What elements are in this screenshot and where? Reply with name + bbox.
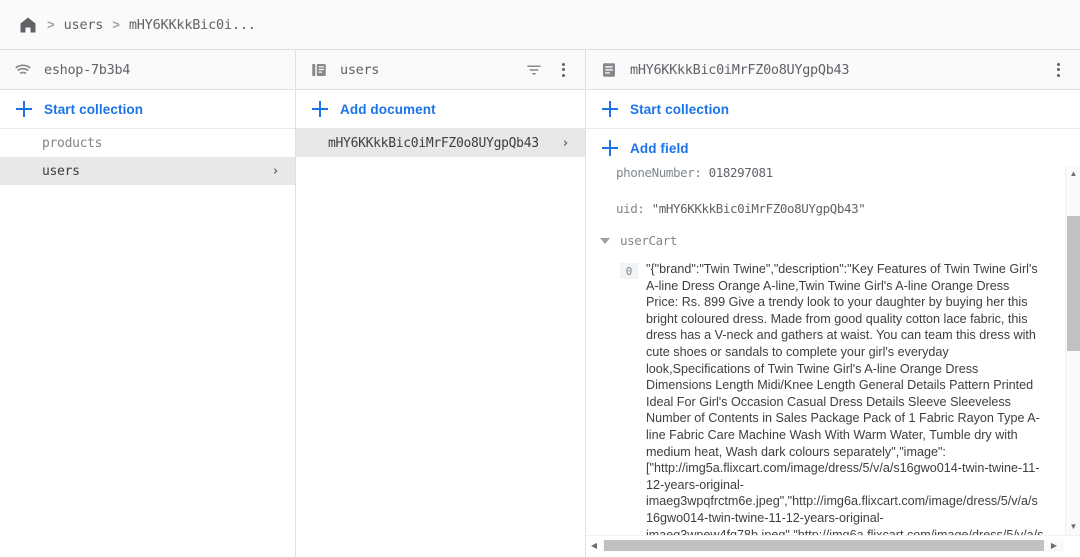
- document-icon: [600, 61, 618, 79]
- field-row-phonenumber[interactable]: phoneNumber: 018297081: [586, 166, 1064, 193]
- start-subcollection-button[interactable]: Start collection: [586, 90, 1080, 128]
- home-icon[interactable]: [18, 15, 38, 35]
- scroll-up-arrow-icon[interactable]: ▲: [1066, 166, 1080, 182]
- kebab-menu-icon[interactable]: [555, 61, 571, 79]
- json-text-before-highlight: "{"brand":"Twin Twine","description":"Ke…: [646, 262, 1044, 535]
- vertical-scrollbar[interactable]: ▲ ▼: [1065, 166, 1080, 535]
- add-document-button[interactable]: Add document: [296, 90, 585, 128]
- firestore-console: > users > mHY6KKkkBic0i... eshop-7b3b4 S…: [0, 0, 1080, 557]
- collection-name-label: users: [42, 163, 80, 179]
- filter-icon[interactable]: [525, 61, 543, 79]
- add-document-label: Add document: [340, 101, 436, 117]
- collection-name-label: products: [42, 135, 103, 151]
- project-id-label: eshop-7b3b4: [44, 61, 131, 78]
- document-detail-header: mHY6KKkkBic0iMrFZ0o8UYgpQb43: [586, 50, 1080, 90]
- array-item-value[interactable]: "{"brand":"Twin Twine","description":"Ke…: [646, 261, 1044, 535]
- expand-triangle-icon[interactable]: [600, 238, 610, 244]
- breadcrumb-item-document[interactable]: mHY6KKkkBic0i...: [129, 17, 256, 33]
- plus-icon: [312, 101, 328, 117]
- horizontal-scrollbar[interactable]: ◀ ▶: [586, 535, 1080, 557]
- field-value-label: 018297081: [708, 166, 774, 180]
- field-row-usercart[interactable]: userCart: [586, 225, 1064, 257]
- panes-container: eshop-7b3b4 Start collection products us…: [0, 50, 1080, 557]
- breadcrumb-item-users[interactable]: users: [64, 17, 104, 33]
- firestore-database-icon: [14, 61, 32, 79]
- array-index-badge: 0: [620, 263, 638, 279]
- field-value-label: "mHY6KKkkBic0iMrFZ0o8UYgpQb43": [651, 201, 866, 216]
- document-item[interactable]: mHY6KKkkBic0iMrFZ0o8UYgpQb43 ›: [296, 129, 585, 157]
- scroll-right-arrow-icon[interactable]: ▶: [1046, 538, 1062, 554]
- add-field-button[interactable]: Add field: [586, 129, 1080, 167]
- field-key-label: phoneNumber:: [616, 166, 702, 180]
- array-item-row[interactable]: 0 "{"brand":"Twin Twine","description":"…: [586, 257, 1064, 535]
- breadcrumb-separator-1: >: [47, 17, 55, 32]
- document-title-label: mHY6KKkkBic0iMrFZ0o8UYgpQb43: [630, 61, 850, 78]
- fields-scroll-area[interactable]: phoneNumber: 018297081 uid: "mHY6KKkkBic…: [586, 166, 1064, 535]
- plus-icon: [602, 101, 618, 117]
- breadcrumb-separator-2: >: [112, 17, 120, 32]
- start-collection-button[interactable]: Start collection: [0, 90, 295, 128]
- field-key-label: uid:: [616, 201, 645, 216]
- breadcrumb: > users > mHY6KKkkBic0i...: [0, 0, 1080, 50]
- document-fields-body: phoneNumber: 018297081 uid: "mHY6KKkkBic…: [586, 166, 1080, 557]
- chevron-right-icon: ›: [271, 163, 279, 179]
- collection-icon: [310, 61, 328, 79]
- kebab-menu-icon[interactable]: [1050, 61, 1066, 79]
- start-collection-label: Start collection: [630, 101, 730, 117]
- collections-panel: eshop-7b3b4 Start collection products us…: [0, 50, 296, 557]
- start-collection-label: Start collection: [44, 101, 144, 117]
- collection-item-users[interactable]: users ›: [0, 157, 295, 185]
- document-detail-panel: mHY6KKkkBic0iMrFZ0o8UYgpQb43 Start colle…: [586, 50, 1080, 557]
- field-key-label: userCart: [620, 233, 678, 248]
- scroll-left-arrow-icon[interactable]: ◀: [586, 538, 602, 554]
- add-field-label: Add field: [630, 140, 689, 156]
- document-id-label: mHY6KKkkBic0iMrFZ0o8UYgpQb43: [328, 135, 539, 151]
- documents-panel-header: users: [296, 50, 585, 90]
- field-row-uid[interactable]: uid: "mHY6KKkkBic0iMrFZ0o8UYgpQb43": [586, 193, 1064, 225]
- plus-icon: [16, 101, 32, 117]
- horizontal-scrollbar-thumb[interactable]: [604, 540, 1044, 551]
- vertical-scrollbar-thumb[interactable]: [1067, 216, 1080, 351]
- collections-panel-header: eshop-7b3b4: [0, 50, 295, 90]
- collection-title-label: users: [340, 61, 380, 78]
- collection-item-products[interactable]: products: [0, 129, 295, 157]
- plus-icon: [602, 140, 618, 156]
- chevron-right-icon: ›: [561, 135, 569, 151]
- scroll-down-arrow-icon[interactable]: ▼: [1066, 519, 1080, 535]
- documents-panel: users Add document mHY6KKkkBic0iMrFZ0o8U…: [296, 50, 586, 557]
